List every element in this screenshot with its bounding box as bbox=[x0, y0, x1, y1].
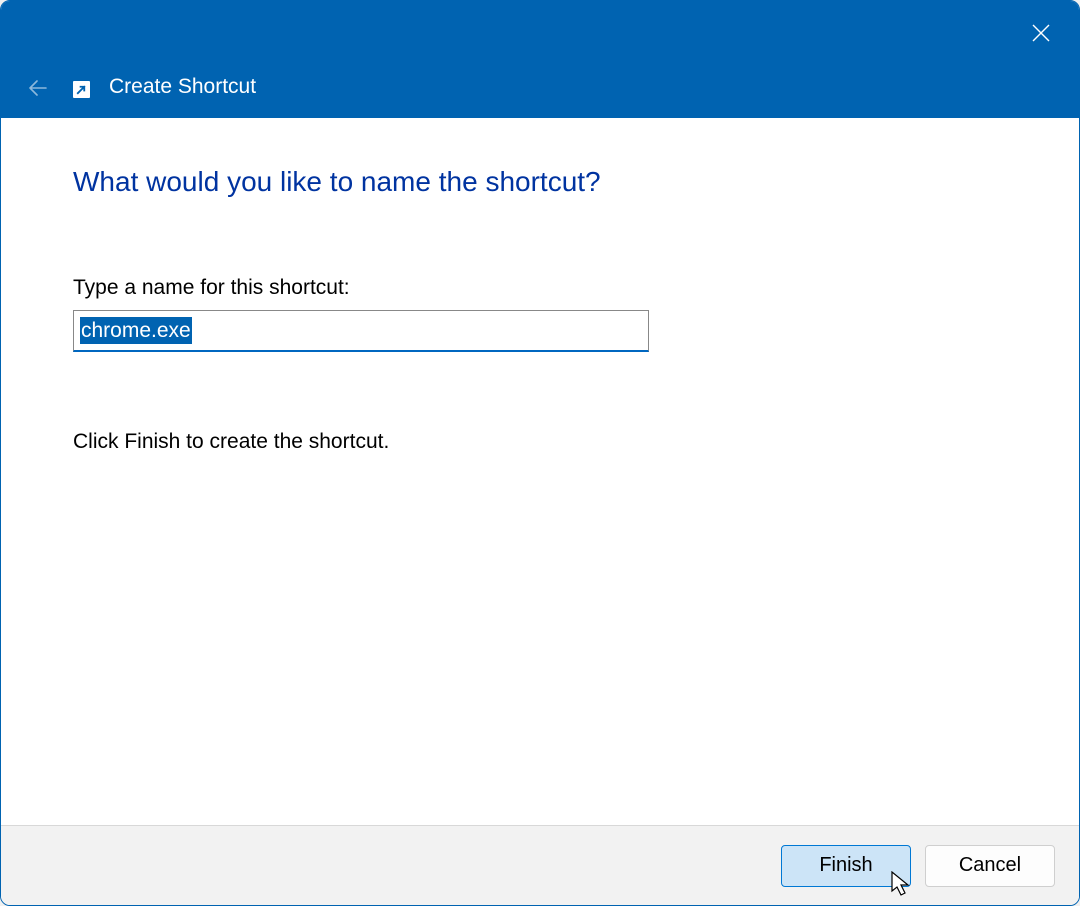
cancel-button[interactable]: Cancel bbox=[925, 845, 1055, 887]
shortcut-name-input[interactable]: chrome.exe bbox=[73, 310, 649, 352]
shortcut-name-value: chrome.exe bbox=[80, 317, 192, 344]
dialog-title: Create Shortcut bbox=[109, 75, 256, 99]
back-arrow-icon bbox=[26, 76, 50, 100]
shortcut-icon bbox=[73, 81, 90, 98]
instruction-text: Click Finish to create the shortcut. bbox=[73, 430, 1007, 454]
shortcut-name-label: Type a name for this shortcut: bbox=[73, 276, 1007, 300]
dialog-footer: Finish Cancel bbox=[1, 825, 1079, 905]
back-button bbox=[24, 74, 52, 102]
close-button[interactable] bbox=[1021, 13, 1061, 53]
finish-button[interactable]: Finish bbox=[781, 845, 911, 887]
titlebar: Create Shortcut bbox=[1, 1, 1079, 118]
close-icon bbox=[1032, 24, 1050, 42]
create-shortcut-dialog: Create Shortcut What would you like to n… bbox=[0, 0, 1080, 906]
page-heading: What would you like to name the shortcut… bbox=[73, 166, 1007, 198]
dialog-content: What would you like to name the shortcut… bbox=[1, 118, 1079, 825]
